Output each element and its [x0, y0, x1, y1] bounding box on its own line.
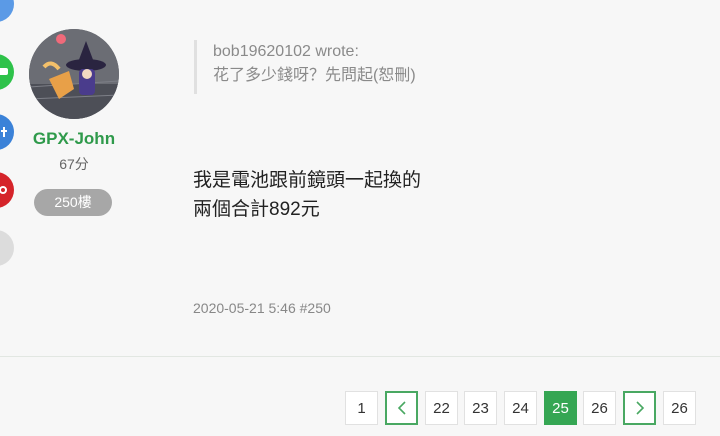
page-link[interactable]: 23: [464, 391, 497, 425]
chevron-left-icon: [397, 401, 406, 415]
quote-text: 花了多少錢呀？先問起(恕刪): [213, 67, 416, 84]
post-timestamp: 2020-05-21 5:46 #250: [193, 300, 331, 316]
quote-block: bob19620102 wrote: 花了多少錢呀？先問起(恕刪): [194, 40, 416, 94]
prev-page-button[interactable]: [385, 391, 418, 425]
post-content: 我是電池跟前鏡頭一起換的 兩個合計892元: [193, 166, 421, 224]
next-page-button[interactable]: [623, 391, 656, 425]
share-blue-icon[interactable]: [0, 0, 14, 22]
post-line: 我是電池跟前鏡頭一起換的: [193, 170, 422, 191]
page-current[interactable]: 25: [544, 391, 577, 425]
page-first[interactable]: 1: [345, 391, 378, 425]
quote-author: bob19620102 wrote:: [213, 43, 359, 60]
share-more-icon[interactable]: [0, 230, 14, 266]
page-last[interactable]: 26: [663, 391, 696, 425]
username[interactable]: GPX-John: [0, 129, 148, 149]
share-pinterest-icon[interactable]: [0, 172, 14, 208]
divider: [0, 356, 720, 357]
user-score: 67分: [59, 156, 89, 172]
chevron-right-icon: [635, 401, 644, 415]
page-link[interactable]: 24: [504, 391, 537, 425]
floor-badge: 250樓: [34, 189, 112, 216]
share-line-icon[interactable]: [0, 54, 14, 90]
avatar[interactable]: [29, 29, 119, 119]
page-link[interactable]: 22: [425, 391, 458, 425]
post-line: 兩個合計892元: [193, 199, 320, 220]
page-link[interactable]: 26: [583, 391, 616, 425]
